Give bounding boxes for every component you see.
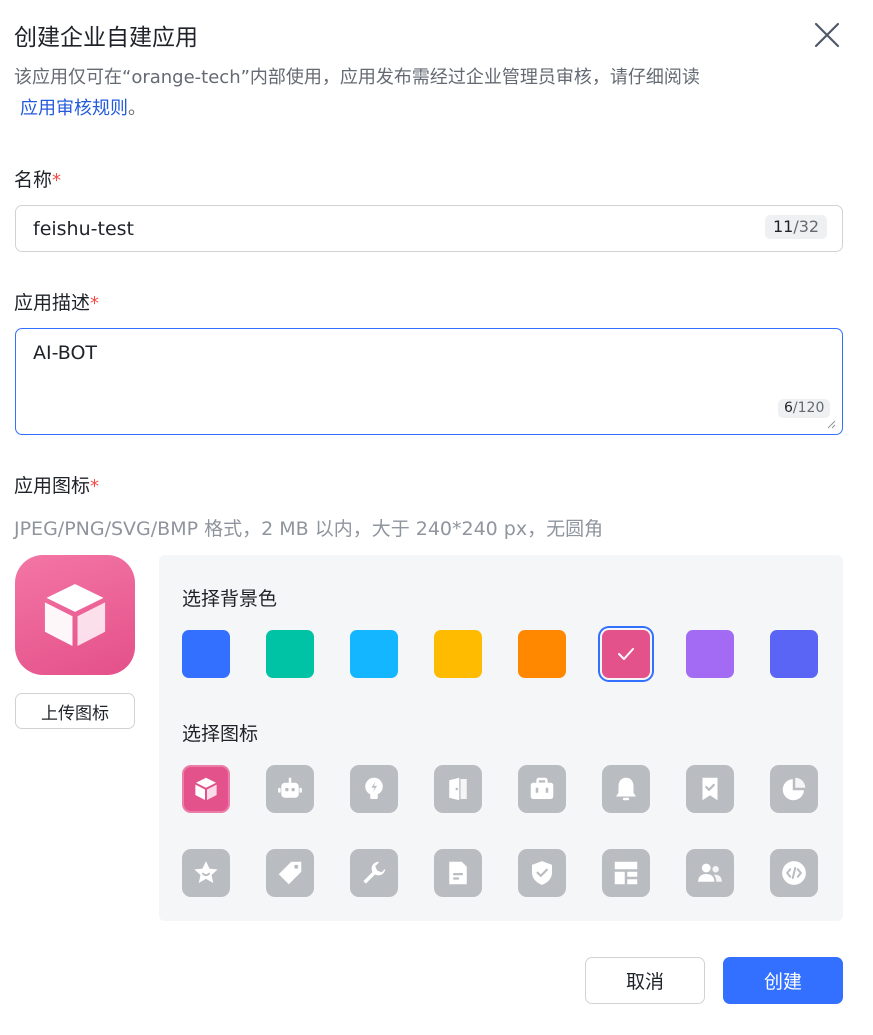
lightbulb-icon bbox=[365, 777, 383, 799]
icon-option-cube[interactable] bbox=[182, 765, 230, 813]
name-input[interactable]: feishu-test 11/32 bbox=[15, 205, 843, 252]
icon-option-document[interactable] bbox=[434, 849, 482, 897]
cube-icon bbox=[195, 777, 217, 800]
create-button[interactable]: 创建 bbox=[723, 957, 843, 1004]
layout-icon bbox=[614, 861, 638, 885]
checkmark-icon bbox=[618, 648, 634, 660]
app-icon-preview bbox=[15, 555, 135, 675]
icon-option-bookmark-check[interactable] bbox=[686, 765, 734, 813]
background-color-title: 选择背景色 bbox=[182, 588, 278, 610]
icon-option-people[interactable] bbox=[686, 849, 734, 897]
upload-icon-button[interactable]: 上传图标 bbox=[15, 693, 135, 729]
description-label: 应用描述* bbox=[14, 292, 100, 314]
icon-format-hint: JPEG/PNG/SVG/BMP 格式，2 MB 以内，大于 240*240 p… bbox=[14, 518, 604, 540]
color-swatch-purple[interactable] bbox=[686, 630, 734, 678]
code-icon bbox=[782, 861, 806, 885]
dialog-title: 创建企业自建应用 bbox=[14, 25, 198, 51]
bell-icon bbox=[616, 777, 636, 801]
icon-option-code[interactable] bbox=[770, 849, 818, 897]
icon-option-shield-check[interactable] bbox=[518, 849, 566, 897]
icon-option-robot[interactable] bbox=[266, 765, 314, 813]
close-icon bbox=[814, 22, 840, 48]
resize-handle-icon[interactable] bbox=[826, 419, 836, 429]
description-value: AI-BOT bbox=[33, 342, 98, 364]
icon-option-bell[interactable] bbox=[602, 765, 650, 813]
color-swatch-sky[interactable] bbox=[350, 630, 398, 678]
tag-icon bbox=[278, 861, 302, 885]
icon-option-tag[interactable] bbox=[266, 849, 314, 897]
icon-choice-title: 选择图标 bbox=[182, 723, 259, 745]
people-icon bbox=[698, 863, 722, 882]
close-button[interactable] bbox=[810, 18, 844, 52]
required-mark: * bbox=[90, 476, 100, 497]
door-icon bbox=[449, 777, 467, 801]
icon-option-star-face[interactable] bbox=[182, 849, 230, 897]
star-face-icon bbox=[194, 861, 218, 883]
icon-option-briefcase[interactable] bbox=[518, 765, 566, 813]
wrench-icon bbox=[363, 861, 386, 884]
color-swatch-pink[interactable] bbox=[602, 630, 650, 678]
review-rules-link[interactable]: 应用审核规则 bbox=[14, 98, 128, 119]
cube-icon bbox=[44, 583, 106, 647]
icon-picker-panel: 选择背景色 选择图标 bbox=[159, 555, 843, 921]
document-icon bbox=[449, 861, 467, 885]
color-swatch-orange[interactable] bbox=[518, 630, 566, 678]
icon-option-lightbulb[interactable] bbox=[350, 765, 398, 813]
shield-check-icon bbox=[532, 861, 552, 885]
bookmark-check-icon bbox=[702, 777, 718, 801]
intro-text: 该应用仅可在“orange-tech”内部使用，应用发布需经过企业管理员审核，请… bbox=[14, 67, 700, 119]
name-char-counter: 11/32 bbox=[765, 215, 828, 239]
icon-option-layout[interactable] bbox=[602, 849, 650, 897]
color-swatch-blue[interactable] bbox=[182, 630, 230, 678]
icon-option-wrench[interactable] bbox=[350, 849, 398, 897]
name-label: 名称* bbox=[14, 169, 62, 191]
name-input-value: feishu-test bbox=[33, 218, 134, 240]
pie-chart-icon bbox=[782, 777, 806, 801]
cancel-button[interactable]: 取消 bbox=[585, 957, 705, 1004]
required-mark: * bbox=[90, 293, 100, 314]
description-char-counter: 6/120 bbox=[778, 399, 831, 418]
color-swatch-indigo[interactable] bbox=[770, 630, 818, 678]
required-mark: * bbox=[52, 170, 62, 191]
icon-label: 应用图标* bbox=[14, 475, 100, 497]
briefcase-icon bbox=[530, 777, 554, 799]
color-swatch-teal[interactable] bbox=[266, 630, 314, 678]
color-swatch-yellow[interactable] bbox=[434, 630, 482, 678]
robot-icon bbox=[278, 777, 302, 798]
description-textarea[interactable]: AI-BOT 6/120 bbox=[15, 328, 843, 435]
icon-option-pie-chart[interactable] bbox=[770, 765, 818, 813]
icon-option-door[interactable] bbox=[434, 765, 482, 813]
